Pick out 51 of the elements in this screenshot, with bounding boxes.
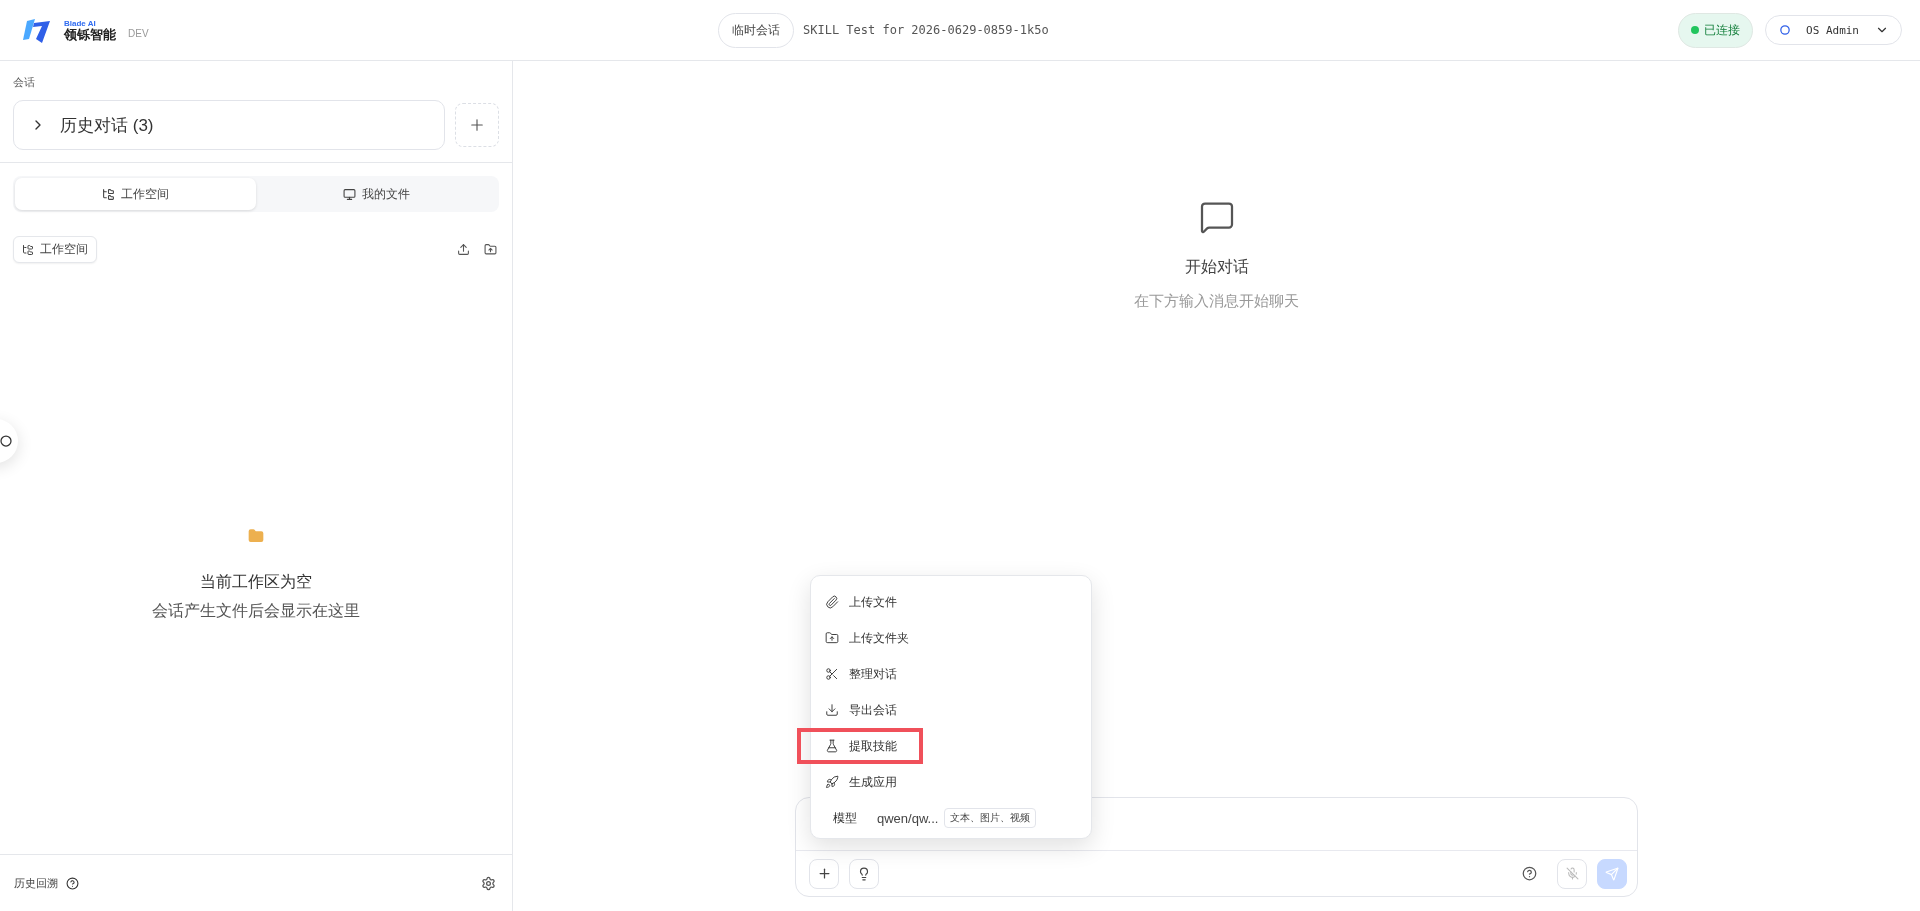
workspace-chip[interactable]: 工作空间 (13, 236, 97, 263)
idea-button[interactable] (849, 858, 879, 889)
menu-item[interactable]: 导出会话 (811, 692, 1091, 728)
lightbulb-icon (857, 866, 871, 881)
chat-bubble-icon (1198, 199, 1235, 235)
mic-off-icon (1565, 867, 1579, 880)
folder-icon (248, 528, 264, 544)
settings-icon (481, 875, 496, 891)
connection-status: 已连接 (1678, 12, 1753, 48)
plus-icon (816, 866, 832, 881)
workspace-icon (102, 187, 115, 201)
sidebar-tab[interactable]: 工作空间 (15, 178, 256, 210)
empty-chat-subtitle: 在下方输入消息开始聊天 (1134, 292, 1299, 311)
model-label: 模型 (833, 809, 857, 827)
rocket-icon (825, 775, 839, 789)
logo-name: 领铄智能 (64, 27, 116, 41)
monitor-icon (343, 187, 356, 201)
empty-chat-title: 开始对话 (1184, 257, 1249, 277)
empty-title: 当前工作区为空 (200, 572, 312, 592)
workspace-icon (22, 243, 34, 256)
upload-button[interactable] (455, 241, 472, 258)
flask-icon (825, 739, 839, 753)
folder-upload-icon (484, 243, 497, 256)
download-icon (825, 703, 839, 717)
env-label: DEV (128, 27, 149, 39)
logo-caption: Blade AI (64, 19, 97, 28)
scissors-icon (825, 667, 839, 681)
menu-item[interactable]: 生成应用 (811, 764, 1091, 800)
session-title: SKILL Test for 2026-0629-0859-1k5o (803, 23, 1049, 37)
section-label: 会话 (13, 75, 36, 90)
plus-icon (468, 116, 486, 134)
footer-label: 历史回溯 (14, 875, 58, 891)
upload-icon (457, 243, 470, 256)
model-capability-tag: 文本、图片、视频 (944, 808, 1037, 828)
send-icon (1605, 866, 1619, 881)
sidebar-tab[interactable]: 我的文件 (256, 178, 497, 210)
menu-item[interactable]: 提取技能 (797, 728, 923, 764)
folder-upload-icon (825, 631, 839, 645)
empty-subtitle: 会话产生文件后会显示在这里 (152, 601, 360, 621)
model-name[interactable]: qwen/qw... (877, 810, 939, 826)
menu-item[interactable]: 上传文件 (811, 584, 1091, 620)
user-menu-button[interactable]: OS Admin (1765, 15, 1902, 45)
history-toggle[interactable]: 历史对话 (3) (13, 100, 445, 150)
paperclip-icon (825, 595, 839, 609)
menu-item[interactable]: 上传文件夹 (811, 620, 1091, 656)
help-icon[interactable] (66, 876, 79, 890)
status-ring-icon (1780, 25, 1790, 35)
menu-item[interactable]: 整理对话 (811, 656, 1091, 692)
help-button[interactable] (1520, 864, 1539, 883)
help-icon (1522, 866, 1537, 881)
circle-icon (0, 435, 12, 447)
